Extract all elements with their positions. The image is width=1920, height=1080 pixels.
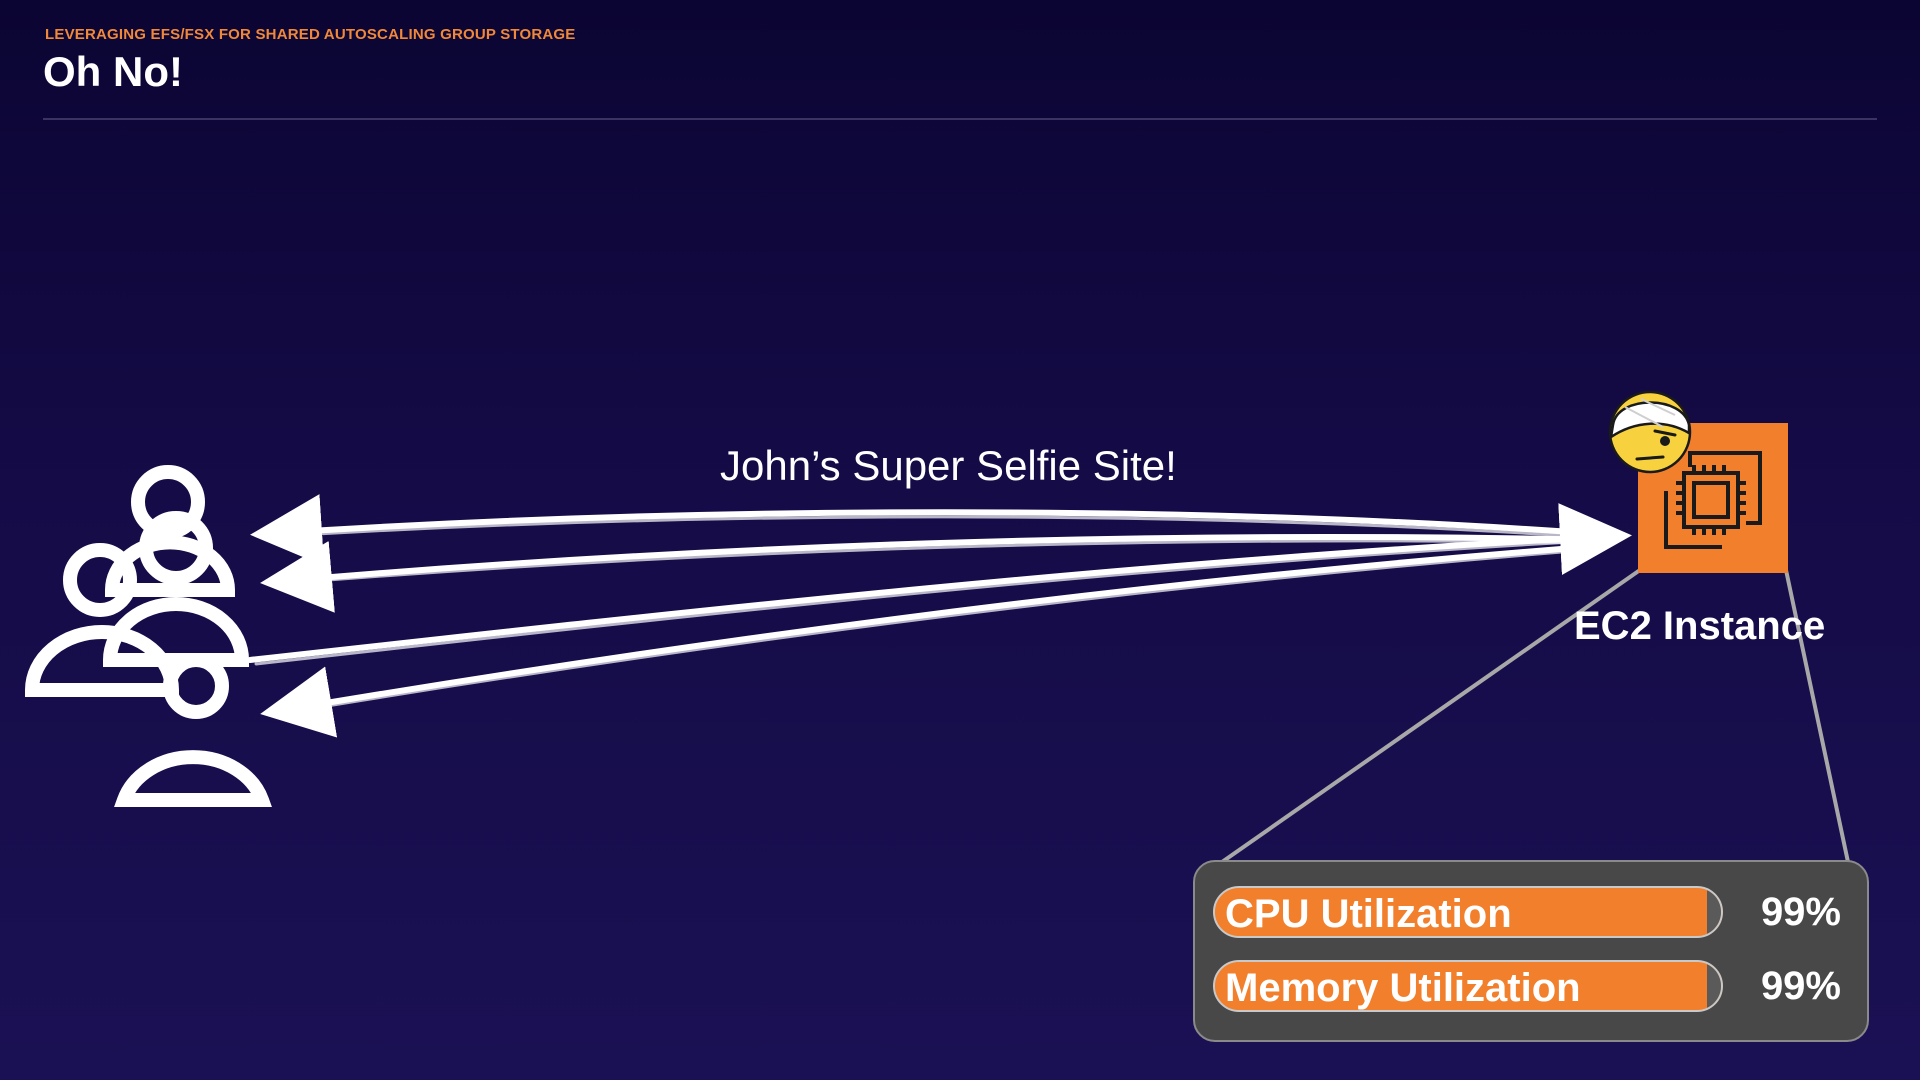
ec2-instance-label: EC2 Instance	[1574, 604, 1826, 648]
cpu-bar-remaining	[1706, 888, 1721, 936]
site-label: John’s Super Selfie Site!	[720, 442, 1177, 489]
metric-row-cpu: CPU Utilization 99%	[1213, 886, 1853, 942]
metric-row-memory: Memory Utilization 99%	[1213, 960, 1853, 1016]
traffic-arrows	[247, 494, 1632, 738]
memory-utilization-bar: Memory Utilization	[1213, 960, 1723, 1012]
users-group-icon	[24, 465, 272, 807]
user-silhouette-icon	[114, 653, 272, 807]
request-arrow	[250, 494, 1603, 566]
injured-face-emoji-icon	[1608, 390, 1692, 474]
memory-utilization-value: 99%	[1760, 964, 1841, 1008]
utilization-panel: CPU Utilization 99% Memory Utilization 9…	[1193, 860, 1869, 1042]
memory-bar-remaining	[1706, 962, 1721, 1010]
cpu-utilization-bar: CPU Utilization	[1213, 886, 1723, 938]
request-arrow	[247, 503, 1632, 666]
memory-utilization-label: Memory Utilization	[1225, 966, 1581, 1010]
cpu-utilization-label: CPU Utilization	[1225, 892, 1512, 936]
cpu-utilization-value: 99%	[1760, 890, 1841, 934]
